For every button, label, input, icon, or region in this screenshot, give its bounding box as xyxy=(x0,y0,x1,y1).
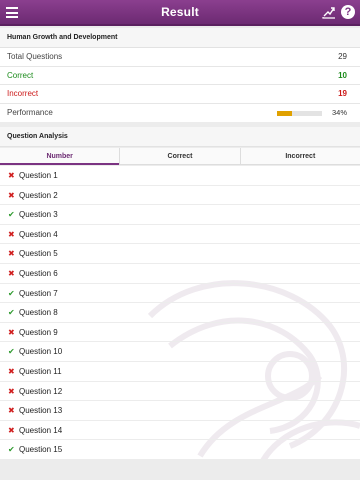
question-row[interactable]: ✔ Question 3 xyxy=(0,205,360,225)
question-label: Question 13 xyxy=(19,406,63,416)
correct-row: Correct 10 xyxy=(0,67,360,85)
summary-section-title: Human Growth and Development xyxy=(0,28,360,48)
performance-label: Performance xyxy=(7,107,53,117)
checkmark-icon: ✔ xyxy=(8,347,15,357)
question-label: Question 4 xyxy=(19,229,58,239)
question-row[interactable]: ✔ Question 15 xyxy=(0,440,360,460)
cross-icon: ✖ xyxy=(8,171,15,180)
performance-bar xyxy=(277,110,322,116)
question-label: Question 2 xyxy=(19,190,58,200)
page-title: Result xyxy=(161,5,199,19)
question-row[interactable]: ✖ Question 14 xyxy=(0,421,360,441)
question-row[interactable]: ✖ Question 9 xyxy=(0,323,360,343)
question-row[interactable]: ✖ Question 13 xyxy=(0,401,360,421)
trend-chart-icon[interactable] xyxy=(322,5,336,19)
question-label: Question 14 xyxy=(19,425,63,435)
question-label: Question 12 xyxy=(19,386,63,396)
cross-icon: ✖ xyxy=(8,268,15,278)
incorrect-value: 19 xyxy=(338,89,347,98)
navbar: Result ? xyxy=(0,0,360,26)
cross-icon: ✖ xyxy=(8,386,15,396)
question-label: Question 5 xyxy=(19,249,58,259)
cross-icon: ✖ xyxy=(8,229,15,239)
question-label: Question 1 xyxy=(19,171,58,180)
question-row[interactable]: ✖ Question 1 xyxy=(0,166,360,186)
question-row[interactable]: ✖ Question 2 xyxy=(0,186,360,206)
question-row[interactable]: ✔ Question 8 xyxy=(0,303,360,323)
question-row[interactable]: ✖ Question 6 xyxy=(0,264,360,284)
question-row[interactable]: ✖ Question 12 xyxy=(0,382,360,402)
total-questions-value: 29 xyxy=(338,52,347,61)
performance-row: Performance 34% xyxy=(0,104,360,123)
performance-bar-fill xyxy=(277,110,293,116)
question-label: Question 8 xyxy=(19,308,58,318)
help-icon[interactable]: ? xyxy=(341,5,355,19)
cross-icon: ✖ xyxy=(8,366,15,376)
checkmark-icon: ✔ xyxy=(8,288,15,298)
footer-spacer xyxy=(0,460,360,480)
tab-correct[interactable]: Correct xyxy=(120,148,241,164)
cross-icon: ✖ xyxy=(8,190,15,200)
menu-icon[interactable] xyxy=(6,7,18,18)
question-row[interactable]: ✖ Question 5 xyxy=(0,244,360,264)
correct-value: 10 xyxy=(338,70,347,80)
question-label: Question 11 xyxy=(19,366,62,376)
analysis-section-title: Question Analysis xyxy=(0,127,360,147)
question-label: Question 7 xyxy=(19,288,58,298)
cross-icon: ✖ xyxy=(8,406,15,416)
incorrect-row: Incorrect 19 xyxy=(0,85,360,104)
question-row[interactable]: ✖ Question 11 xyxy=(0,362,360,382)
question-row[interactable]: ✔ Question 7 xyxy=(0,284,360,304)
question-label: Question 3 xyxy=(19,210,58,220)
question-list[interactable]: ✖ Question 1 ✖ Question 2 ✔ Question 3 ✖ Questi… xyxy=(0,166,360,460)
question-row[interactable]: ✔ Question 10 xyxy=(0,342,360,362)
performance-value: 34% xyxy=(331,107,347,117)
question-label: Question 15 xyxy=(19,445,63,455)
analysis-tabs: Number Correct Incorrect xyxy=(0,148,360,165)
tab-number[interactable]: Number xyxy=(0,148,121,165)
cross-icon: ✖ xyxy=(8,249,15,259)
question-label: Question 6 xyxy=(19,268,58,278)
checkmark-icon: ✔ xyxy=(8,308,15,318)
question-label: Question 10 xyxy=(19,347,63,357)
summary-panel: Total Questions 29 Correct 10 Incorrect … xyxy=(0,48,360,122)
question-row[interactable]: ✖ Question 4 xyxy=(0,225,360,245)
total-questions-row: Total Questions 29 xyxy=(0,48,360,67)
checkmark-icon: ✔ xyxy=(8,210,15,220)
incorrect-label: Incorrect xyxy=(7,89,39,98)
total-questions-label: Total Questions xyxy=(7,52,63,61)
cross-icon: ✖ xyxy=(8,327,15,337)
correct-label: Correct xyxy=(7,70,34,80)
tab-incorrect[interactable]: Incorrect xyxy=(241,148,360,164)
question-label: Question 9 xyxy=(19,327,58,337)
cross-icon: ✖ xyxy=(8,425,15,435)
checkmark-icon: ✔ xyxy=(8,445,15,455)
